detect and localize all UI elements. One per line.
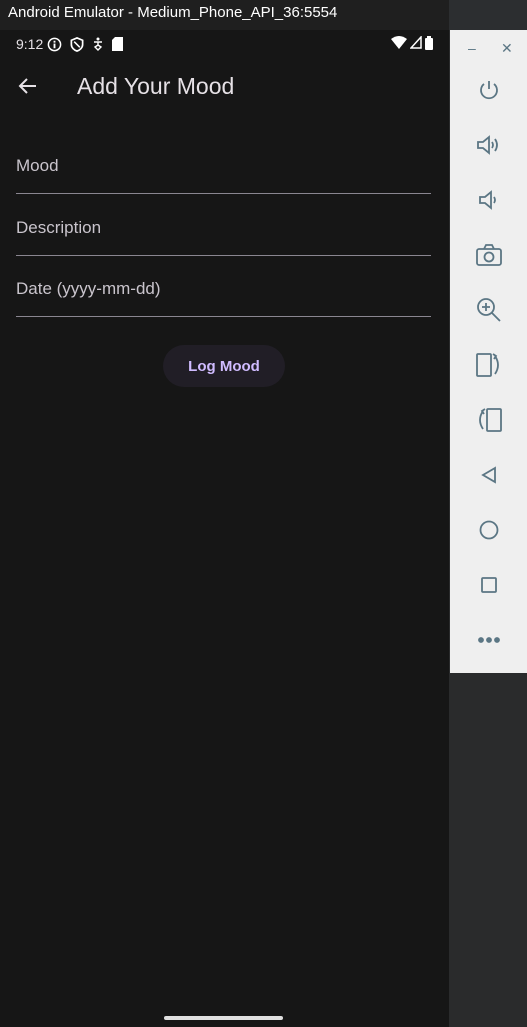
status-bar: 9:12 [16, 34, 433, 54]
power-icon[interactable] [476, 77, 502, 103]
phone-screen: 9:12 Add Your Mood Mood Description Date… [0, 30, 449, 1027]
accessibility-icon [92, 37, 104, 51]
signal-icon [409, 35, 422, 52]
info-icon [47, 37, 62, 52]
description-input[interactable]: Description [16, 206, 431, 256]
mood-label: Mood [16, 156, 59, 175]
sd-card-icon [112, 37, 124, 51]
camera-icon[interactable] [476, 242, 502, 268]
gesture-home-bar[interactable] [164, 1016, 283, 1020]
date-input[interactable]: Date (yyyy-mm-dd) [16, 267, 431, 317]
back-icon[interactable] [476, 462, 502, 488]
log-mood-button[interactable]: Log Mood [163, 345, 285, 387]
close-icon[interactable]: ✕ [501, 40, 513, 57]
page-title: Add Your Mood [77, 72, 235, 99]
mood-input[interactable]: Mood [16, 144, 431, 194]
window-title-bar: Android Emulator - Medium_Phone_API_36:5… [0, 0, 449, 30]
rotate-right-icon[interactable] [476, 407, 502, 433]
rotate-left-icon[interactable] [476, 352, 502, 378]
back-arrow-icon[interactable] [16, 74, 40, 98]
title-bar-extension [449, 0, 527, 30]
shield-icon [70, 36, 84, 52]
more-icon[interactable] [476, 627, 502, 653]
wifi-icon [391, 36, 407, 52]
volume-down-icon[interactable] [476, 187, 502, 213]
emulator-side-panel: – ✕ [450, 30, 527, 673]
battery-icon [425, 35, 433, 53]
home-icon[interactable] [476, 517, 502, 543]
status-time: 9:12 [16, 36, 44, 52]
app-bar: Add Your Mood [0, 70, 449, 102]
zoom-icon[interactable] [476, 297, 502, 323]
overview-icon[interactable] [476, 572, 502, 598]
date-label: Date (yyyy-mm-dd) [16, 279, 161, 298]
minimize-icon[interactable]: – [468, 40, 476, 56]
window-title: Android Emulator - Medium_Phone_API_36:5… [8, 4, 338, 21]
description-label: Description [16, 218, 102, 237]
volume-up-icon[interactable] [476, 132, 502, 158]
